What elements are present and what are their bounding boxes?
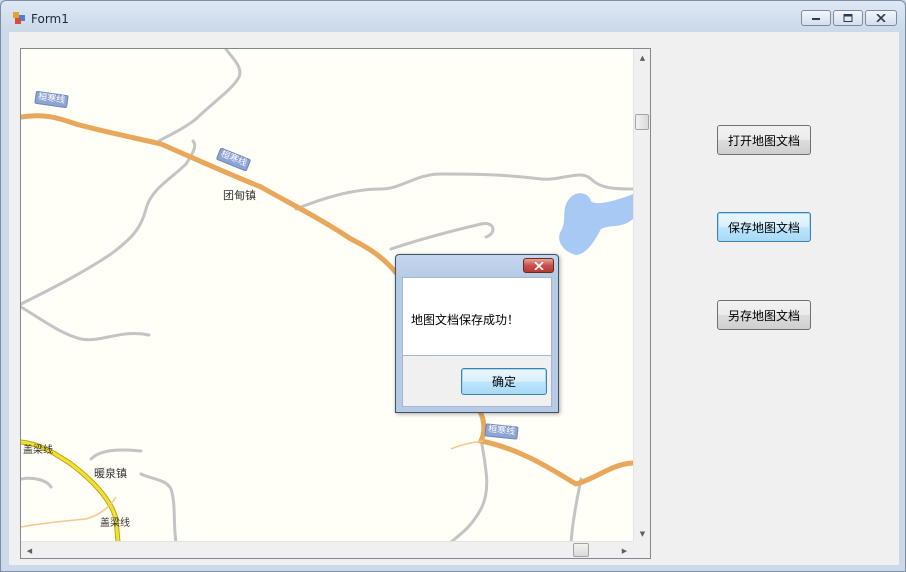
title-bar[interactable]: Form1 [1,1,905,35]
vertical-scrollbar[interactable]: ▲ ▼ [633,49,650,542]
scroll-left-icon[interactable]: ◀ [21,542,38,558]
minimize-icon [812,18,820,20]
dialog-body: 地图文档保存成功！ [402,277,552,356]
map-label-town: 团甸镇 [223,189,256,202]
vertical-scroll-thumb[interactable] [635,114,649,130]
save-map-doc-button[interactable]: 保存地图文档 [717,212,811,242]
secondary-road-2 [450,440,484,450]
message-box: 地图文档保存成功！ 确定 [395,254,559,413]
save-as-map-doc-button[interactable]: 另存地图文档 [717,300,811,330]
map-label-town: 暖泉镇 [94,467,127,480]
caption-buttons [801,10,897,26]
minimize-button[interactable] [801,10,831,26]
map-label-road: 盖梁线 [100,518,130,529]
lake-shape [559,193,633,255]
horizontal-scroll-thumb[interactable] [573,543,589,557]
map-label-road: 盖梁线 [23,445,53,456]
close-icon [876,14,886,22]
scroll-up-icon[interactable]: ▲ [634,49,650,66]
dialog-footer: 确定 [402,356,552,407]
close-icon [533,261,544,270]
ok-button[interactable]: 确定 [461,368,547,395]
maximize-icon [843,14,853,22]
open-map-doc-button[interactable]: 打开地图文档 [717,125,811,155]
app-icon [13,12,25,24]
scroll-down-icon[interactable]: ▼ [634,525,650,542]
dialog-close-button[interactable] [523,258,554,273]
scrollbar-corner [633,541,650,558]
dialog-message: 地图文档保存成功！ [411,313,520,327]
horizontal-scrollbar[interactable]: ◀ ▶ [21,541,633,558]
main-window: Form1 桓寒线 桓寒线 桓寒线 团甸镇 暖泉镇 盖梁线 盖梁线 ▲ ▼ ◀ … [0,0,906,572]
window-title: Form1 [31,12,69,26]
maximize-button[interactable] [833,10,863,26]
close-button[interactable] [865,10,897,26]
scroll-right-icon[interactable]: ▶ [616,542,633,558]
